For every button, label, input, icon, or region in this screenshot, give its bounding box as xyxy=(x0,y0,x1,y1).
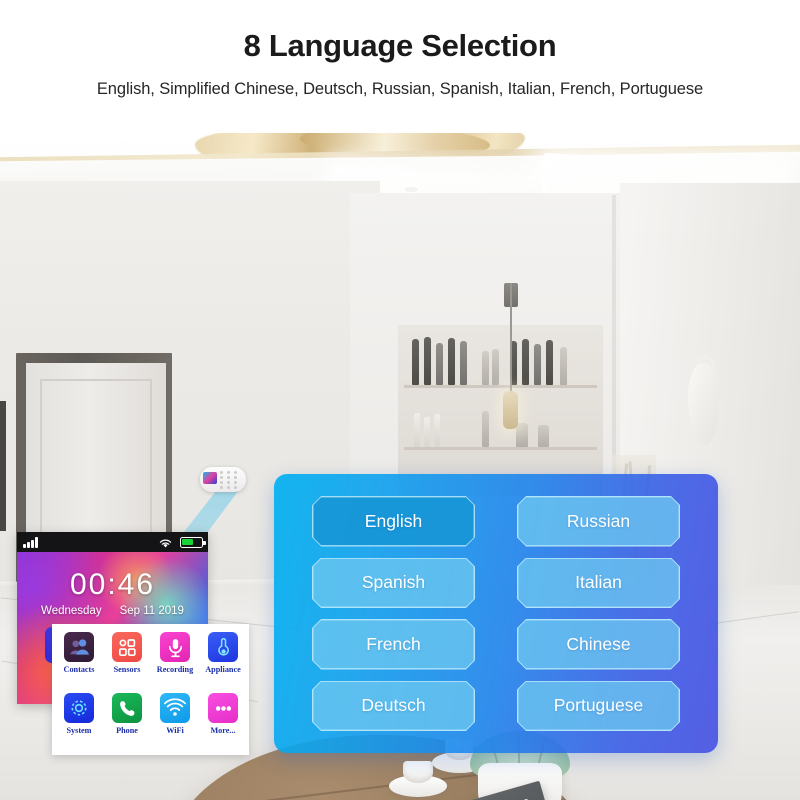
app-item-wifi[interactable]: WiFi xyxy=(151,690,199,751)
door-station-device[interactable] xyxy=(200,467,246,492)
wall-shadow-left xyxy=(0,401,6,531)
glassware xyxy=(414,413,420,447)
app-label: Recording xyxy=(156,665,194,674)
language-button-italian[interactable]: Italian xyxy=(517,558,680,609)
thermostat-icon xyxy=(208,632,238,662)
battery-fill xyxy=(182,539,193,545)
page-root: 8 Language Selection English, Simplified… xyxy=(0,0,800,800)
more-dots-icon xyxy=(208,693,238,723)
app-item-more[interactable]: More... xyxy=(199,690,247,751)
language-button-english[interactable]: English xyxy=(312,496,475,547)
pendant-light-cord xyxy=(510,283,512,401)
bottle xyxy=(534,344,541,385)
wine-cabinet xyxy=(398,325,603,495)
app-label: System xyxy=(66,726,92,735)
cabinet-shelf xyxy=(404,447,597,450)
battery-icon xyxy=(180,537,206,548)
microphone-icon xyxy=(160,632,190,662)
page-title: 8 Language Selection xyxy=(243,28,557,63)
language-label: Italian xyxy=(575,572,622,593)
app-label: More... xyxy=(210,726,236,735)
bottle xyxy=(412,339,419,385)
monitor-weekday: Wednesday xyxy=(41,605,102,617)
bottle xyxy=(482,351,489,385)
wifi-icon xyxy=(158,536,173,548)
bottle xyxy=(492,349,499,385)
cabinet-shelf xyxy=(404,385,597,388)
language-button-french[interactable]: French xyxy=(312,619,475,670)
page-subtitle: English, Simplified Chinese, Deutsch, Ru… xyxy=(96,80,704,98)
monitor-date: Sep 11 2019 xyxy=(119,605,184,617)
door-station-screen xyxy=(203,472,217,484)
app-label: Phone xyxy=(116,726,138,735)
app-grid: Contacts Sensors Recording Appliance Sys… xyxy=(55,629,247,751)
app-item-sensors[interactable]: Sensors xyxy=(103,629,151,690)
pendant-light-bulb xyxy=(503,391,518,429)
bottle xyxy=(460,341,467,385)
bottle xyxy=(522,339,529,385)
app-label: WiFi xyxy=(166,726,184,735)
decanter xyxy=(482,411,489,447)
language-label: Spanish xyxy=(361,572,426,593)
language-button-deutsch[interactable]: Deutsch xyxy=(312,681,475,732)
language-label: French xyxy=(366,633,421,654)
language-label: Deutsch xyxy=(361,695,426,716)
wifi-icon xyxy=(160,693,190,723)
coffee-cup xyxy=(403,761,433,783)
glassware xyxy=(434,414,440,447)
header-banner: 8 Language Selection English, Simplified… xyxy=(0,0,800,133)
language-label: Russian xyxy=(566,510,631,531)
language-label: Portuguese xyxy=(553,695,644,716)
app-launcher-panel[interactable]: Contacts Sensors Recording Appliance Sys… xyxy=(52,624,249,755)
gear-icon xyxy=(64,693,94,723)
monitor-date-row: Wednesday Sep 11 2019 xyxy=(17,605,208,617)
jar xyxy=(538,425,549,447)
app-label: Appliance xyxy=(205,665,241,674)
app-label: Sensors xyxy=(113,665,141,674)
bottle xyxy=(424,337,431,385)
monitor-status-bar xyxy=(17,532,208,552)
downlight-icon xyxy=(405,187,418,192)
sensors-icon xyxy=(112,632,142,662)
room-photo: 00:46 Wednesday Sep 11 2019 Contacts Sen… xyxy=(0,133,800,800)
monitor-clock: 00:46 xyxy=(69,568,156,601)
language-label: Chinese xyxy=(566,633,631,654)
app-item-contacts[interactable]: Contacts xyxy=(55,629,103,690)
app-item-recording[interactable]: Recording xyxy=(151,629,199,690)
glassware xyxy=(424,417,430,447)
app-item-phone[interactable]: Phone xyxy=(103,690,151,751)
language-selection-panel: English Russian Spanish Italian French C… xyxy=(274,474,718,753)
bottle xyxy=(436,343,443,385)
language-button-russian[interactable]: Russian xyxy=(517,496,680,547)
language-button-chinese[interactable]: Chinese xyxy=(517,619,680,670)
app-item-appliance[interactable]: Appliance xyxy=(199,629,247,690)
language-button-spanish[interactable]: Spanish xyxy=(312,558,475,609)
signal-bars-icon xyxy=(23,537,40,548)
language-button-portuguese[interactable]: Portuguese xyxy=(517,681,680,732)
jar xyxy=(516,423,528,447)
bottle xyxy=(560,347,567,385)
bottle xyxy=(546,340,553,385)
app-item-system[interactable]: System xyxy=(55,690,103,751)
door-station-keypad[interactable] xyxy=(220,471,243,489)
language-grid: English Russian Spanish Italian French C… xyxy=(274,474,718,753)
bottle xyxy=(448,338,455,385)
phone-icon xyxy=(112,693,142,723)
language-label: English xyxy=(364,510,423,531)
contacts-icon xyxy=(64,632,94,662)
app-label: Contacts xyxy=(63,665,95,674)
